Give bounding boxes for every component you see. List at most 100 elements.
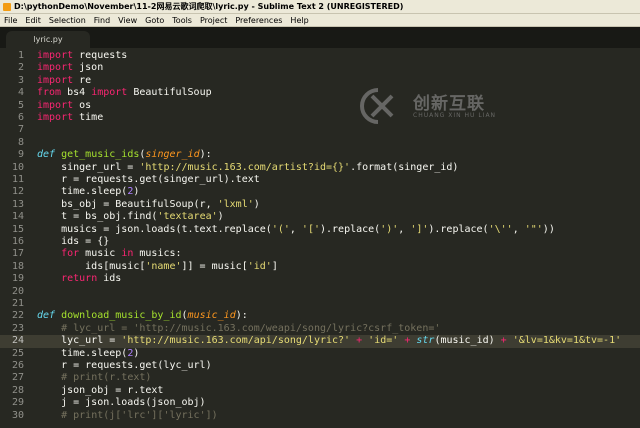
code-line[interactable]: 26 r = requests.get(lyc_url) — [0, 360, 640, 372]
window-title: D:\pythonDemo\November\11-2网易云歌词爬取\lyric… — [14, 2, 404, 11]
menu-edit[interactable]: Edit — [21, 16, 45, 25]
code-text: json_obj = r.text — [37, 384, 164, 396]
line-number: 15 — [11, 223, 24, 235]
code-text: # lyc_url = 'http://music.163.com/weapi/… — [61, 322, 441, 334]
code-text: musics = json.loads(t.text.replace('(', … — [37, 223, 555, 235]
code-line[interactable]: 29 j = json.loads(json_obj) — [0, 397, 640, 409]
line-number: 2 — [17, 62, 24, 74]
code-line[interactable]: 15 musics = json.loads(t.text.replace('(… — [0, 224, 640, 236]
menu-goto[interactable]: Goto — [141, 16, 168, 25]
line-number: 28 — [11, 384, 24, 396]
sublime-app-icon — [3, 2, 11, 11]
line-number: 11 — [11, 174, 24, 185]
code-text: r = requests.get(lyc_url) — [37, 360, 212, 371]
code-text: ids = {} — [37, 236, 110, 247]
code-text: import requests — [37, 50, 128, 61]
menu-bar: File Edit Selection Find View Goto Tools Projec… — [0, 14, 640, 27]
line-number: 23 — [11, 322, 24, 334]
code-text: # print(j['lrc']['lyric']) — [61, 409, 218, 421]
code-line[interactable]: 18 ids[music['name']] = music['id'] — [0, 261, 640, 273]
watermark-subtitle: CHUANG XIN HU LIAN — [413, 112, 497, 119]
line-number: 30 — [11, 409, 24, 421]
code-text: import time — [37, 112, 104, 123]
code-line[interactable]: 9 def get_music_ids(singer_id): — [0, 149, 640, 161]
code-line[interactable]: 8 — [0, 137, 640, 149]
code-line[interactable]: 25 time.sleep(2) — [0, 348, 640, 360]
tab-lyric-py[interactable]: lyric.py — [6, 31, 90, 48]
code-line[interactable]: 22 def download_music_by_id(music_id): — [0, 310, 640, 322]
code-text: def get_music_ids(singer_id): — [37, 149, 212, 161]
line-number: 21 — [11, 298, 24, 309]
code-line[interactable]: 28 json_obj = r.text — [0, 385, 640, 397]
line-number: 27 — [11, 372, 24, 384]
window-title-bar[interactable]: D:\pythonDemo\November\11-2网易云歌词爬取\lyric… — [0, 0, 640, 14]
code-line[interactable]: 17 for music in musics: — [0, 248, 640, 260]
line-number: 8 — [17, 136, 24, 148]
line-number: 14 — [11, 211, 24, 223]
line-number: 4 — [17, 87, 24, 99]
code-text: import json — [37, 62, 104, 74]
line-number: 12 — [11, 186, 24, 198]
code-line[interactable]: 19 return ids — [0, 273, 640, 285]
code-text: time.sleep(2) — [37, 347, 140, 359]
code-text: import os — [37, 99, 92, 111]
line-number: 7 — [17, 124, 24, 136]
line-number: 6 — [17, 112, 24, 123]
tab-strip: lyric.py — [0, 27, 640, 48]
code-line[interactable]: 3 import re — [0, 75, 640, 87]
menu-project[interactable]: Project — [196, 16, 231, 25]
code-text: # print(r.text) — [61, 372, 152, 384]
line-number: 1 — [17, 50, 24, 61]
menu-find[interactable]: Find — [90, 16, 114, 25]
code-text: bs_obj = BeautifulSoup(r, 'lxml') — [37, 198, 260, 210]
line-number: 18 — [11, 260, 24, 272]
code-text: for music in musics: — [61, 248, 182, 260]
code-text: ids[music['name']] = music['id'] — [37, 260, 278, 272]
code-line[interactable]: 11 r = requests.get(singer_url).text — [0, 174, 640, 186]
watermark-logo: 创新互联 CHUANG XIN HU LIAN — [358, 86, 538, 126]
code-line[interactable]: 16 ids = {} — [0, 236, 640, 248]
code-line[interactable]: 23 # lyc_url = 'http://music.163.com/wea… — [0, 323, 640, 335]
menu-file[interactable]: File — [0, 16, 21, 25]
line-number: 19 — [11, 273, 24, 285]
code-line[interactable]: 14 t = bs_obj.find('textarea') — [0, 211, 640, 223]
line-number: 17 — [11, 248, 24, 260]
menu-preferences[interactable]: Preferences — [231, 16, 286, 25]
code-line[interactable]: 27 # print(r.text) — [0, 372, 640, 384]
code-line[interactable]: 10 singer_url = 'http://music.163.com/ar… — [0, 162, 640, 174]
code-text: singer_url = 'http://music.163.com/artis… — [37, 161, 459, 173]
menu-selection[interactable]: Selection — [45, 16, 90, 25]
watermark-name: 创新互联 — [413, 94, 485, 114]
line-number: 3 — [17, 74, 24, 86]
code-line[interactable]: 21 — [0, 298, 640, 310]
code-line[interactable]: 12 time.sleep(2) — [0, 186, 640, 198]
line-number: 16 — [11, 236, 24, 247]
code-text: from bs4 import BeautifulSoup — [37, 87, 212, 99]
code-line[interactable]: 2 import json — [0, 62, 640, 74]
watermark-x-icon — [360, 88, 394, 124]
code-text: import re — [37, 74, 92, 86]
tab-label: lyric.py — [33, 35, 63, 44]
code-line[interactable]: 20 — [0, 286, 640, 298]
code-line[interactable]: 24 lyc_url = 'http://music.163.com/api/s… — [0, 335, 640, 348]
line-number: 29 — [11, 397, 24, 409]
code-line[interactable]: 7 — [0, 124, 640, 136]
line-number: 9 — [17, 149, 24, 161]
menu-tools[interactable]: Tools — [168, 16, 196, 25]
menu-help[interactable]: Help — [286, 16, 312, 25]
code-line[interactable]: 4 from bs4 import BeautifulSoup — [0, 87, 640, 99]
code-editor[interactable]: 1 import requests 2 import json 3 import re 4 f… — [0, 48, 640, 428]
line-number: 24 — [11, 335, 24, 347]
line-number: 25 — [11, 347, 24, 359]
code-line[interactable]: 30 # print(j['lrc']['lyric']) — [0, 410, 640, 422]
code-line[interactable]: 1 import requests — [0, 50, 640, 62]
code-line[interactable]: 13 bs_obj = BeautifulSoup(r, 'lxml') — [0, 199, 640, 211]
code-line[interactable]: 6 import time — [0, 112, 640, 124]
line-number: 22 — [11, 310, 24, 322]
menu-view[interactable]: View — [114, 16, 141, 25]
line-number: 10 — [11, 161, 24, 173]
code-line[interactable]: 5 import os — [0, 100, 640, 112]
line-number: 13 — [11, 198, 24, 210]
code-text: j = json.loads(json_obj) — [37, 397, 206, 409]
code-text: lyc_url = 'http://music.163.com/api/song… — [37, 335, 622, 347]
